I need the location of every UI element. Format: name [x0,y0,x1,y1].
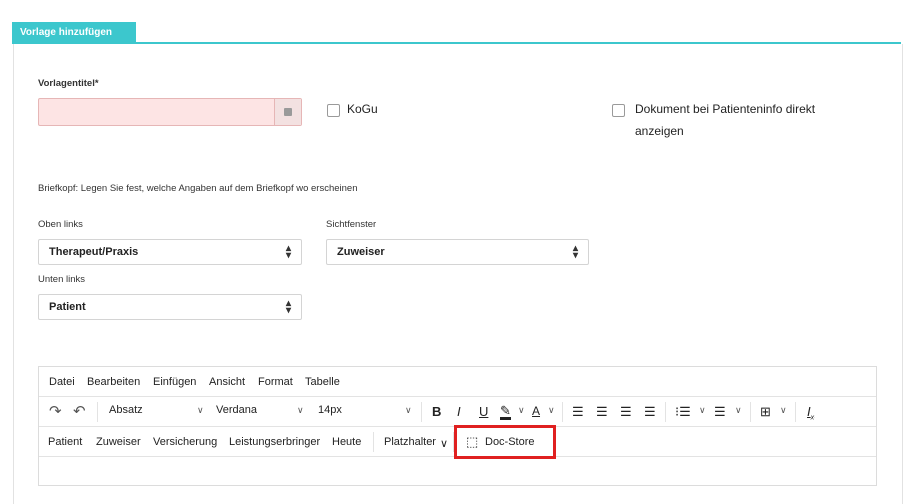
chevron-down-icon: ∨ [518,405,525,415]
italic-button[interactable]: I [457,404,461,419]
chevron-down-icon: ∨ [548,405,555,415]
placeholder-leistungserbringer[interactable]: Leistungserbringer [229,436,320,448]
kogu-label: KoGu [347,102,378,116]
underline-button[interactable]: U [479,404,488,419]
menu-tabelle[interactable]: Tabelle [305,376,340,388]
chevron-down-icon: ∨ [735,405,742,415]
table-icon[interactable]: ⊞ [760,404,771,420]
chevron-down-icon: ∨ [297,405,304,415]
align-justify-icon[interactable]: ☰ [644,404,656,420]
sichtfenster-select[interactable]: Zuweiser ▴ ▾ [326,239,589,265]
bold-button[interactable]: B [432,404,441,419]
numbered-list-icon[interactable]: ⁝☰ [675,404,691,420]
placeholder-versicherung[interactable]: Versicherung [153,436,217,448]
updown-arrow-icon: ▴ ▾ [285,298,291,316]
placeholder-heute[interactable]: Heute [332,436,361,448]
briefkopf-description: Briefkopf: Legen Sie fest, welche Angabe… [38,183,358,194]
tab-vorlage-hinzufuegen[interactable]: Vorlage hinzufügen [12,22,136,44]
tab-bar: Vorlage hinzufügen [0,0,909,44]
clear-formatting-icon[interactable]: Ix [807,404,814,422]
undo-icon[interactable]: ↶ [73,402,86,420]
editor-toolbar: ↷ ↶ Absatz ∨ Verdana ∨ 14px ∨ B I U ✎ ∨ … [39,397,876,427]
title-addon-button[interactable] [274,99,301,125]
doc-patienteninfo-checkbox[interactable] [612,104,625,117]
sichtfenster-value: Zuweiser [337,246,385,258]
chevron-down-icon: ∨ [197,405,204,415]
editor-menubar: Datei Bearbeiten Einfügen Ansicht Format… [39,367,876,397]
placeholder-patient[interactable]: Patient [48,436,82,448]
oben-links-value: Therapeut/Praxis [49,246,139,258]
menu-einfuegen[interactable]: Einfügen [153,376,196,388]
redo-icon[interactable]: ↷ [49,402,62,420]
menu-ansicht[interactable]: Ansicht [209,376,245,388]
toolbar-separator [562,402,563,422]
align-right-icon[interactable]: ☰ [620,404,632,420]
doc-patienteninfo-label-line2: anzeigen [635,124,684,138]
chevron-down-icon: ∨ [699,405,706,415]
placeholder-zuweiser[interactable]: Zuweiser [96,436,141,448]
menu-format[interactable]: Format [258,376,293,388]
oben-links-label: Oben links [38,219,83,230]
unten-links-value: Patient [49,301,86,313]
toolbar-separator [373,432,374,452]
toolbar-separator [795,402,796,422]
unten-links-label: Unten links [38,274,85,285]
highlight-color-icon[interactable]: ✎ [500,404,511,420]
toolbar-separator [97,402,98,422]
bullet-list-icon[interactable]: ☰ [714,404,726,420]
oben-links-select[interactable]: Therapeut/Praxis ▴ ▾ [38,239,302,265]
doc-patienteninfo-label-line1: Dokument bei Patienteninfo direkt [635,102,816,116]
font-family-select[interactable]: Verdana [216,404,257,416]
chevron-down-icon: ∨ [405,405,412,415]
docstore-highlight-box [454,425,556,459]
updown-arrow-icon: ▴ ▾ [285,243,291,261]
title-input[interactable] [38,98,302,126]
updown-arrow-icon: ▴ ▾ [572,243,578,261]
font-size-select[interactable]: 14px [318,404,342,416]
chevron-down-icon: ∨ [440,438,449,450]
align-center-icon[interactable]: ☰ [596,404,608,420]
block-format-select[interactable]: Absatz [109,404,143,416]
toolbar-separator [665,402,666,422]
unten-links-select[interactable]: Patient ▴ ▾ [38,294,302,320]
title-label: Vorlagentitel* [38,78,99,89]
kogu-checkbox[interactable] [327,104,340,117]
placeholder-toolbar: Patient Zuweiser Versicherung Leistungse… [39,425,876,459]
text-color-icon[interactable]: A [532,404,540,418]
rich-text-editor: Datei Bearbeiten Einfügen Ansicht Format… [38,366,877,486]
sichtfenster-label: Sichtfenster [326,219,377,230]
menu-datei[interactable]: Datei [49,376,75,388]
toolbar-separator [421,402,422,422]
toolbar-separator [750,402,751,422]
platzhalter-menu[interactable]: Platzhalter [384,436,436,448]
square-icon [284,108,292,116]
chevron-down-icon: ∨ [780,405,787,415]
menu-bearbeiten[interactable]: Bearbeiten [87,376,140,388]
align-left-icon[interactable]: ☰ [572,404,584,420]
